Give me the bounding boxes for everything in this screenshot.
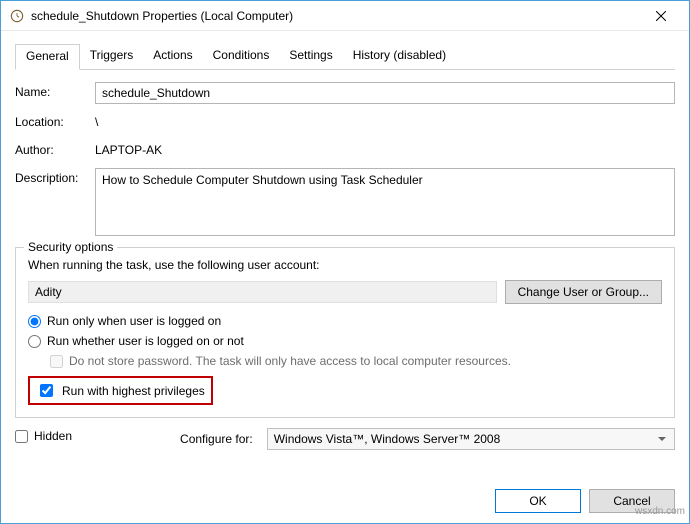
tab-actions[interactable]: Actions — [143, 44, 202, 70]
location-value: \ — [95, 112, 675, 132]
titlebar: schedule_Shutdown Properties (Local Comp… — [1, 1, 689, 31]
security-options-fieldset: Security options When running the task, … — [15, 247, 675, 418]
checkbox-do-not-store-label: Do not store password. The task will onl… — [69, 354, 511, 368]
dialog-content: General Triggers Actions Conditions Sett… — [1, 31, 689, 450]
author-value: LAPTOP-AK — [95, 140, 675, 160]
description-label: Description: — [15, 168, 95, 185]
checkbox-hidden-label: Hidden — [34, 429, 72, 443]
tab-triggers[interactable]: Triggers — [80, 44, 144, 70]
dialog-footer: OK Cancel — [495, 489, 675, 513]
radio-run-whether-label: Run whether user is logged on or not — [47, 334, 244, 348]
window-title: schedule_Shutdown Properties (Local Comp… — [31, 9, 641, 23]
close-icon — [656, 11, 666, 21]
author-label: Author: — [15, 140, 95, 157]
security-prompt: When running the task, use the following… — [28, 258, 662, 272]
user-account-field: Adity — [28, 281, 497, 303]
radio-run-whether[interactable]: Run whether user is logged on or not — [28, 334, 662, 348]
checkbox-run-highest-input[interactable] — [40, 384, 53, 397]
cancel-button[interactable]: Cancel — [589, 489, 675, 513]
description-input[interactable] — [95, 168, 675, 236]
configure-for-label: Configure for: — [180, 432, 253, 446]
radio-run-logged-on-input[interactable] — [28, 315, 41, 328]
ok-button[interactable]: OK — [495, 489, 581, 513]
change-user-button[interactable]: Change User or Group... — [505, 280, 662, 304]
tabstrip: General Triggers Actions Conditions Sett… — [15, 43, 675, 70]
properties-dialog: schedule_Shutdown Properties (Local Comp… — [0, 0, 690, 524]
tab-general[interactable]: General — [15, 44, 80, 70]
security-options-legend: Security options — [24, 240, 117, 254]
clock-icon — [9, 8, 25, 24]
checkbox-hidden[interactable]: Hidden — [15, 429, 72, 443]
tab-history[interactable]: History (disabled) — [343, 44, 456, 70]
checkbox-run-highest[interactable]: Run with highest privileges — [28, 376, 213, 405]
checkbox-do-not-store-input — [50, 355, 63, 368]
radio-run-logged-on[interactable]: Run only when user is logged on — [28, 314, 662, 328]
name-label: Name: — [15, 82, 95, 99]
tab-settings[interactable]: Settings — [279, 44, 342, 70]
close-button[interactable] — [641, 2, 681, 30]
checkbox-hidden-input[interactable] — [15, 430, 28, 443]
tab-conditions[interactable]: Conditions — [203, 44, 280, 70]
name-input[interactable] — [95, 82, 675, 104]
configure-for-dropdown[interactable]: Windows Vista™, Windows Server™ 2008 — [267, 428, 675, 450]
checkbox-do-not-store: Do not store password. The task will onl… — [50, 354, 662, 368]
configure-for-value: Windows Vista™, Windows Server™ 2008 — [274, 432, 501, 446]
radio-run-whether-input[interactable] — [28, 335, 41, 348]
location-label: Location: — [15, 112, 95, 129]
checkbox-run-highest-label: Run with highest privileges — [62, 384, 205, 398]
radio-run-logged-on-label: Run only when user is logged on — [47, 314, 221, 328]
